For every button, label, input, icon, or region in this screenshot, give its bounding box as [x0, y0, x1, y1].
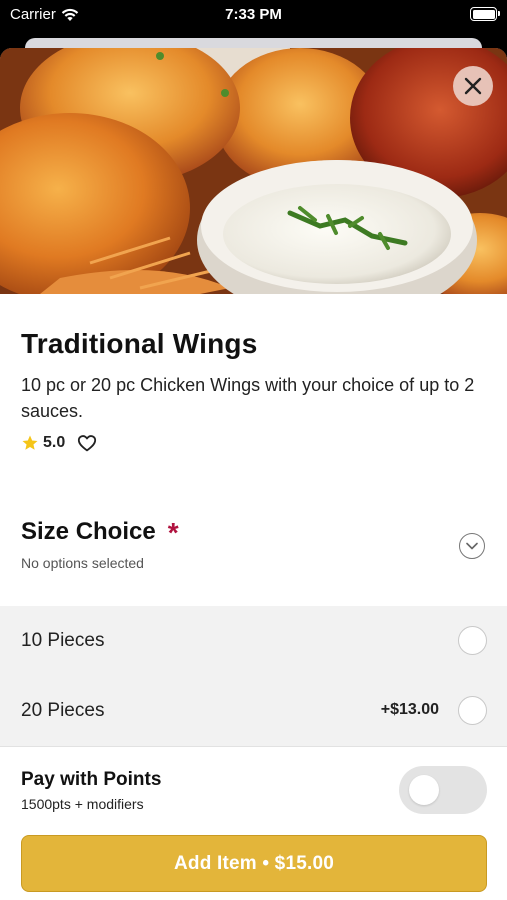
size-choice-title: Size Choice * — [21, 517, 179, 548]
required-indicator: * — [167, 517, 179, 548]
rating-row: 5.0 — [21, 434, 97, 452]
status-time: 7:33 PM — [225, 6, 282, 23]
add-item-label: Add Item • $15.00 — [173, 852, 334, 874]
heart-icon[interactable] — [77, 434, 97, 452]
item-detail-sheet: Traditional Wings 10 pc or 20 pc Chicken… — [0, 48, 507, 900]
item-image — [0, 48, 507, 294]
option-radio[interactable] — [458, 626, 487, 655]
option-price: +$13.00 — [380, 701, 439, 718]
item-description: 10 pc or 20 pc Chicken Wings with your c… — [21, 375, 475, 421]
item-title: Traditional Wings — [21, 328, 258, 359]
status-bar: Carrier 7:33 PM — [0, 0, 507, 30]
close-button[interactable] — [453, 66, 493, 106]
size-options-list: 10 Pieces 20 Pieces +$13.00 — [0, 606, 507, 746]
pay-with-points-title: Pay with Points — [21, 769, 162, 790]
pay-with-points-subtitle: 1500pts + modifiers — [21, 796, 144, 812]
option-radio[interactable] — [458, 696, 487, 725]
star-icon — [22, 435, 38, 450]
size-choice-toggle[interactable] — [459, 533, 485, 559]
option-label: 20 Pieces — [21, 700, 105, 721]
size-option-20-pieces[interactable]: 20 Pieces +$13.00 — [0, 676, 507, 746]
add-item-button[interactable]: Add Item • $15.00 — [21, 835, 487, 892]
close-icon — [464, 77, 482, 95]
divider — [0, 746, 507, 747]
size-choice-subtitle: No options selected — [21, 555, 144, 571]
chevron-down-icon — [466, 542, 478, 550]
option-label: 10 Pieces — [21, 630, 105, 651]
toggle-knob — [409, 775, 439, 805]
battery-icon — [470, 7, 500, 21]
section-title-label: Size Choice — [21, 518, 156, 545]
rating-value: 5.0 — [43, 434, 66, 451]
size-option-10-pieces[interactable]: 10 Pieces — [0, 606, 507, 676]
pay-with-points-toggle[interactable] — [399, 766, 487, 814]
